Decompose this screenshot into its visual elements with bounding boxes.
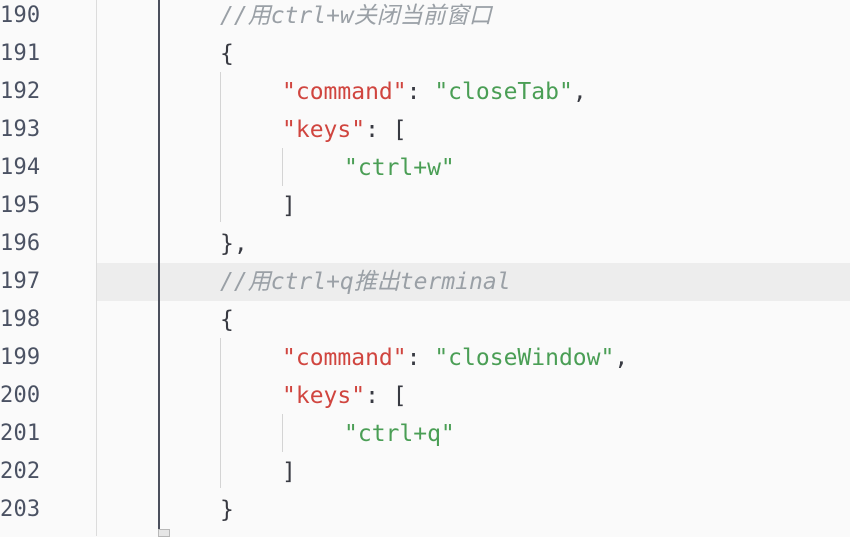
code-line[interactable]: 192 "command": "closeTab", [0,73,850,111]
code-text[interactable]: "command": "closeTab", [282,73,587,111]
line-number: 202 [0,459,41,484]
code-comment: //用ctrl+q推出terminal [220,269,511,295]
code-text[interactable]: { [220,35,234,73]
json-punctuation: ] [282,193,296,219]
code-line[interactable]: 200 "keys": [ [0,377,850,415]
indent-guide [220,338,221,488]
json-key: "command" [282,79,407,105]
json-punctuation: , [614,345,629,371]
json-punctuation: : [ [365,117,407,143]
json-punctuation: ] [282,459,296,485]
code-line[interactable]: 203} [0,491,850,529]
json-string: "closeWindow" [434,345,615,371]
line-number: 193 [0,117,41,142]
code-text[interactable]: } [220,491,234,529]
code-text[interactable]: "keys": [ [282,377,407,415]
line-number: 196 [0,231,41,256]
line-number: 198 [0,307,41,332]
json-punctuation: : [406,345,435,371]
fold-region-marker [158,0,160,530]
indent-guide [282,148,283,186]
code-line[interactable]: 191 { [0,35,850,73]
code-comment: //用ctrl+w关闭当前窗口 [220,3,492,29]
code-line[interactable]: 201 "ctrl+q" [0,415,850,453]
json-string: "ctrl+q" [344,421,455,447]
json-punctuation: } [220,497,234,523]
json-key: "keys" [282,117,366,143]
json-key: "command" [282,345,407,371]
code-text[interactable]: "keys": [ [282,111,407,149]
code-line[interactable]: 202] [0,453,850,491]
line-number: 200 [0,383,41,408]
code-text[interactable]: "command": "closeWindow", [282,339,628,377]
line-number: 190 [0,3,41,28]
line-number: 199 [0,345,41,370]
code-line[interactable]: 190 //用ctrl+w关闭当前窗口 [0,0,850,35]
code-text[interactable]: }, [220,225,248,263]
indent-guide [220,72,221,222]
line-number: 201 [0,421,41,446]
line-number: 197 [0,269,41,294]
code-line[interactable]: 197 //用ctrl+q推出terminal [0,263,850,301]
json-punctuation: : [ [365,383,407,409]
code-text[interactable]: { [220,301,234,339]
line-number: 192 [0,79,41,104]
line-number: 191 [0,41,41,66]
code-line[interactable]: 199 "command": "closeWindow", [0,339,850,377]
line-number: 194 [0,155,41,180]
code-line[interactable]: 195] [0,187,850,225]
code-line[interactable]: 198 { [0,301,850,339]
json-punctuation: { [220,307,234,333]
json-key: "keys" [282,383,366,409]
code-line[interactable]: 196}, [0,225,850,263]
indent-guide [282,414,283,452]
json-string: "ctrl+w" [344,155,455,181]
line-number: 195 [0,193,41,218]
code-line[interactable]: 193 "keys": [ [0,111,850,149]
code-text[interactable]: ] [282,187,296,225]
code-text[interactable]: ] [282,453,296,491]
code-text[interactable]: "ctrl+w" [344,149,455,187]
json-punctuation: : [406,79,435,105]
code-editor[interactable]: 190 //用ctrl+w关闭当前窗口 191 {192 "command": "clo… [0,0,850,537]
json-punctuation: }, [220,231,248,257]
json-string: "closeTab" [434,79,573,105]
line-number: 203 [0,497,41,522]
code-text[interactable]: //用ctrl+w关闭当前窗口 [220,0,492,35]
code-text[interactable]: "ctrl+q" [344,415,455,453]
code-text[interactable]: //用ctrl+q推出terminal [220,263,511,301]
json-punctuation: , [572,79,587,105]
code-line[interactable]: 194 "ctrl+w" [0,149,850,187]
json-punctuation: { [220,41,234,67]
